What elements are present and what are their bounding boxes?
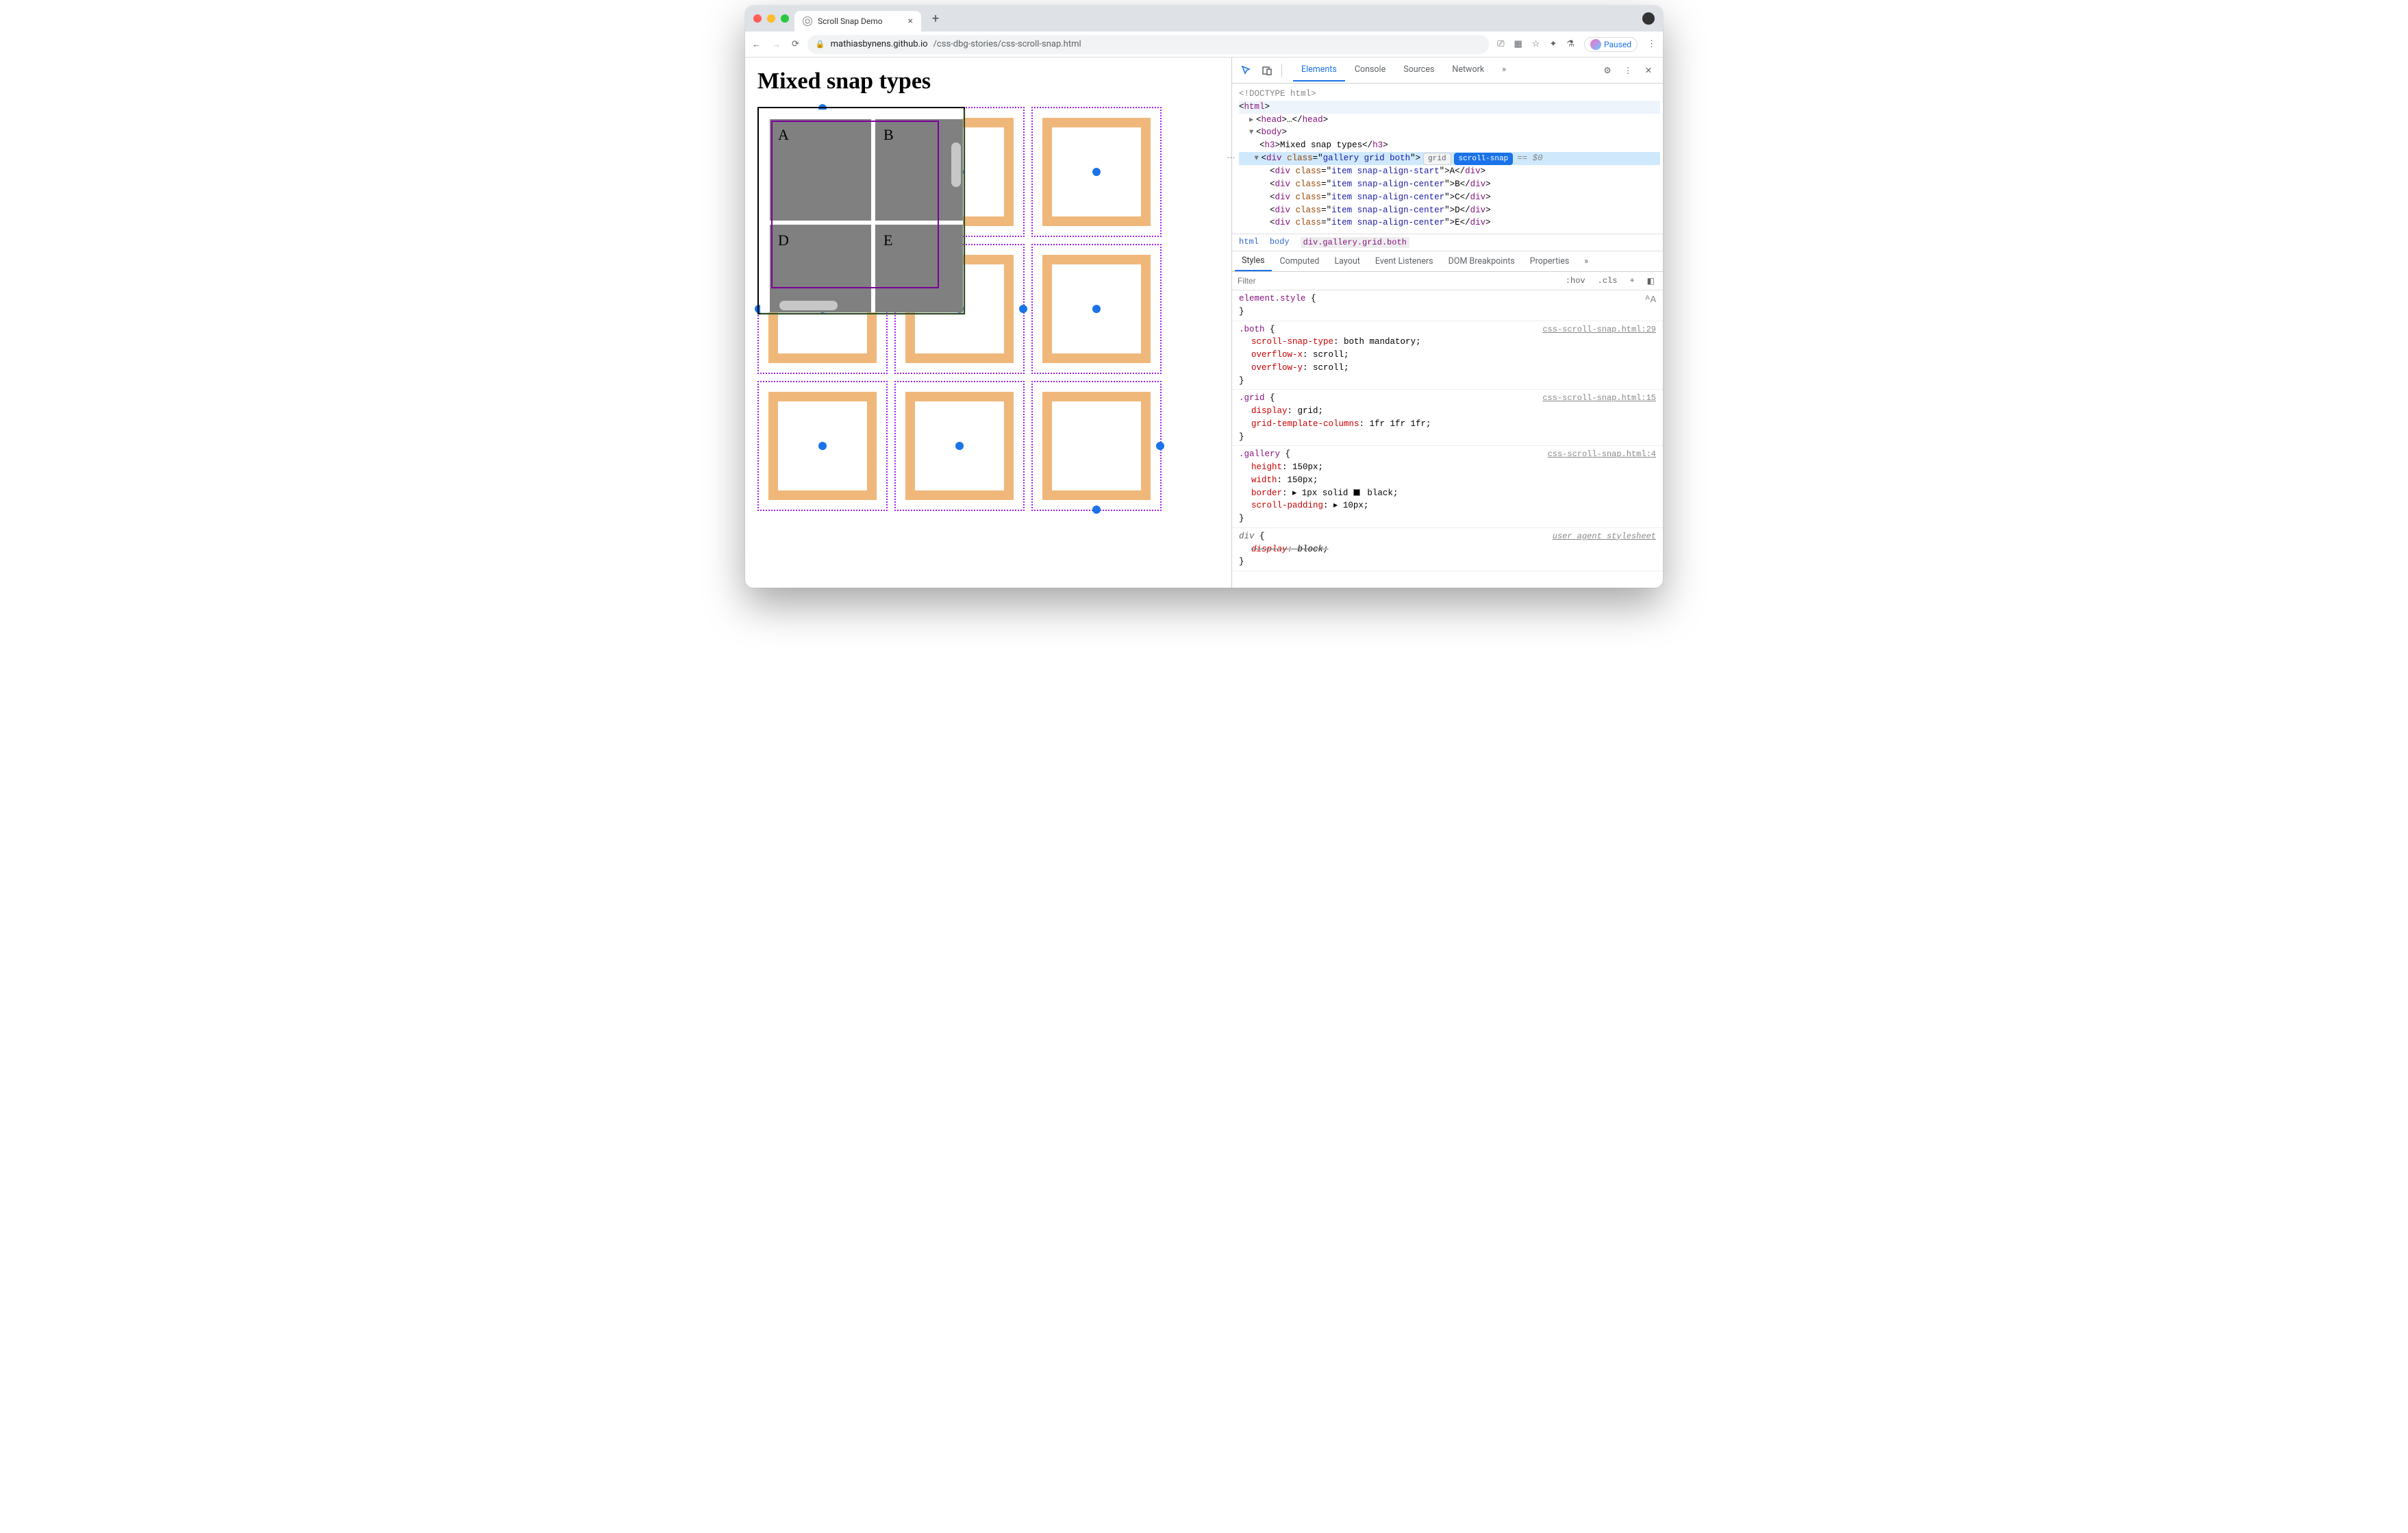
paused-label: Paused <box>1604 40 1631 49</box>
url-domain: mathiasbynens.github.io <box>831 39 928 49</box>
lock-icon: 🔒 <box>816 40 825 49</box>
tab-elements[interactable]: Elements <box>1293 59 1345 82</box>
style-rule[interactable]: user agent stylesheetdiv {display: block… <box>1232 528 1663 571</box>
profile-paused-pill[interactable]: Paused <box>1584 37 1638 52</box>
extensions-icon[interactable]: ✦ <box>1549 39 1557 49</box>
snapport-outline <box>771 121 939 288</box>
new-tab-button[interactable]: + <box>932 12 939 26</box>
devtools-tabs: Elements Console Sources Network » <box>1293 59 1514 82</box>
body-node[interactable]: ▾<body> <box>1239 126 1660 139</box>
devices-icon[interactable]: ⎚ <box>1497 39 1504 49</box>
back-button[interactable]: ← <box>752 39 761 50</box>
scroll-snap-overlay: A B D E <box>757 107 1182 532</box>
styles-pane[interactable]: ᴬA element.style {}css-scroll-snap.html:… <box>1232 290 1663 588</box>
selected-gallery-node[interactable]: ⋯ ▾<div class="gallery grid both">gridsc… <box>1239 152 1660 166</box>
dom-child-node[interactable]: <div class="item snap-align-start">A</di… <box>1239 165 1660 178</box>
account-indicator-icon[interactable] <box>1642 12 1655 25</box>
snap-cell <box>894 381 1025 511</box>
url-path: /css-dbg-stories/css-scroll-snap.html <box>933 39 1081 49</box>
breadcrumb[interactable]: html body div.gallery.grid.both <box>1232 234 1663 251</box>
toggle-sidebar-icon[interactable]: ◧ <box>1643 275 1659 288</box>
vertical-scrollbar-thumb[interactable] <box>951 142 961 187</box>
h3-node[interactable]: <h3>Mixed snap types</h3> <box>1239 139 1660 152</box>
tab-console[interactable]: Console <box>1346 59 1394 82</box>
styles-subtabs: Styles Computed Layout Event Listeners D… <box>1232 251 1663 272</box>
labs-icon[interactable]: ⚗ <box>1566 39 1575 49</box>
crumb-selected[interactable]: div.gallery.grid.both <box>1301 237 1409 248</box>
head-node[interactable]: ▸<head>…</head> <box>1239 114 1660 127</box>
subtab-dom-breakpoints[interactable]: DOM Breakpoints <box>1442 252 1522 271</box>
close-devtools-icon[interactable]: ✕ <box>1640 65 1657 76</box>
kebab-menu-icon[interactable]: ⋮ <box>1619 65 1637 76</box>
snap-cell <box>1031 107 1162 237</box>
dom-child-node[interactable]: <div class="item snap-align-center">D</d… <box>1239 204 1660 217</box>
tab-title: Scroll Snap Demo <box>818 16 883 26</box>
toolbar: ← → ⟳ 🔒 mathiasbynens.github.io/css-dbg-… <box>745 32 1663 58</box>
crumb-body[interactable]: body <box>1270 237 1290 248</box>
horizontal-scrollbar-thumb[interactable] <box>779 301 838 310</box>
scroll-snap-badge[interactable]: scroll-snap <box>1454 153 1514 166</box>
subtab-layout[interactable]: Layout <box>1327 252 1366 271</box>
reload-button[interactable]: ⟳ <box>792 39 799 49</box>
avatar-icon <box>1590 39 1601 50</box>
device-toolbar-icon[interactable] <box>1258 62 1276 79</box>
cls-toggle[interactable]: .cls <box>1594 275 1622 287</box>
new-style-rule-button[interactable]: + <box>1625 275 1638 287</box>
style-rule[interactable]: css-scroll-snap.html:29.both {scroll-sna… <box>1232 321 1663 390</box>
rule-source-link[interactable]: css-scroll-snap.html:4 <box>1548 448 1656 460</box>
browser-tab[interactable]: Scroll Snap Demo × <box>794 11 921 32</box>
bookmark-icon[interactable]: ☆ <box>1532 39 1540 49</box>
devtools-toolbar: Elements Console Sources Network » ⚙ ⋮ ✕ <box>1232 58 1663 84</box>
inspect-element-icon[interactable] <box>1238 62 1255 79</box>
titlebar: Scroll Snap Demo × + <box>745 5 1663 32</box>
address-bar[interactable]: 🔒 mathiasbynens.github.io/css-dbg-storie… <box>807 35 1489 54</box>
settings-gear-icon[interactable]: ⚙ <box>1598 65 1616 76</box>
style-rule[interactable]: css-scroll-snap.html:4.gallery {height: … <box>1232 446 1663 528</box>
browser-window: Scroll Snap Demo × + ← → ⟳ 🔒 mathiasbyne… <box>745 5 1663 588</box>
close-tab-icon[interactable]: × <box>908 16 913 27</box>
forward-button[interactable]: → <box>772 39 781 50</box>
dom-tree[interactable]: <!DOCTYPE html> <html> ▸<head>…</head> ▾… <box>1232 84 1663 234</box>
devtools-panel: Elements Console Sources Network » ⚙ ⋮ ✕… <box>1231 58 1663 588</box>
subtab-computed[interactable]: Computed <box>1273 252 1327 271</box>
style-rule[interactable]: css-scroll-snap.html:15.grid {display: g… <box>1232 390 1663 446</box>
qr-icon[interactable]: ▦ <box>1514 39 1522 49</box>
rendered-page[interactable]: Mixed snap types A B D <box>745 58 1231 588</box>
content-area: Mixed snap types A B D <box>745 58 1663 588</box>
dom-child-node[interactable]: <div class="item snap-align-center">C</d… <box>1239 191 1660 204</box>
rule-source-link[interactable]: user agent stylesheet <box>1553 530 1656 543</box>
snap-cell <box>1031 381 1162 511</box>
dom-child-node[interactable]: <div class="item snap-align-center">B</d… <box>1239 178 1660 191</box>
subtab-event-listeners[interactable]: Event Listeners <box>1368 252 1440 271</box>
styles-filter-row: :hov .cls + ◧ <box>1232 272 1663 290</box>
tabs-overflow-icon[interactable]: » <box>1494 59 1514 82</box>
tab-sources[interactable]: Sources <box>1395 59 1442 82</box>
snap-cell <box>1031 244 1162 374</box>
html-node[interactable]: <html> <box>1239 101 1660 114</box>
maximize-window-icon[interactable] <box>781 14 789 23</box>
doctype-node: <!DOCTYPE html> <box>1239 88 1660 101</box>
style-rule[interactable]: element.style {} <box>1232 290 1663 321</box>
crumb-html[interactable]: html <box>1239 237 1259 248</box>
subtabs-overflow-icon[interactable]: » <box>1577 252 1595 271</box>
page-title: Mixed snap types <box>757 68 1219 95</box>
window-controls <box>753 14 789 23</box>
kebab-menu-icon[interactable]: ⋮ <box>1647 39 1656 49</box>
subtab-styles[interactable]: Styles <box>1235 251 1272 271</box>
grid-badge[interactable]: grid <box>1423 153 1451 166</box>
minimize-window-icon[interactable] <box>767 14 775 23</box>
dom-child-node[interactable]: <div class="item snap-align-center">E</d… <box>1239 216 1660 229</box>
rule-source-link[interactable]: css-scroll-snap.html:29 <box>1542 323 1656 336</box>
scroll-container[interactable]: A B D E <box>757 107 965 314</box>
rule-source-link[interactable]: css-scroll-snap.html:15 <box>1542 392 1656 404</box>
tab-network[interactable]: Network <box>1444 59 1492 82</box>
snap-cell <box>757 381 888 511</box>
favicon-icon <box>803 16 812 26</box>
hov-toggle[interactable]: :hov <box>1562 275 1590 287</box>
subtab-properties[interactable]: Properties <box>1523 252 1577 271</box>
close-window-icon[interactable] <box>753 14 762 23</box>
styles-filter-input[interactable] <box>1236 273 1557 288</box>
